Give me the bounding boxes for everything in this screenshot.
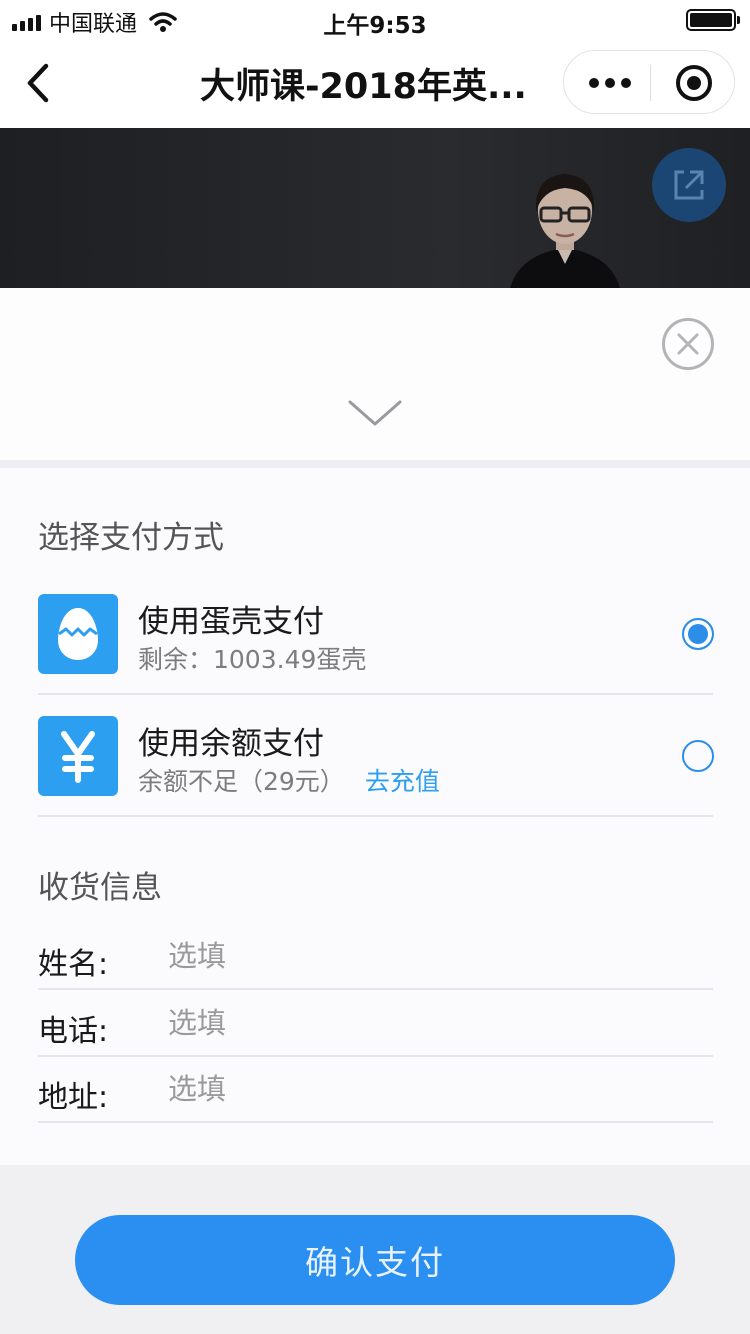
back-button[interactable] [18,58,58,108]
yen-icon [38,716,118,796]
footer: 确认支付 [0,1165,750,1334]
share-button[interactable] [652,148,726,222]
mini-program-capsule [563,50,735,114]
payment-section-title: 选择支付方式 [38,520,224,556]
status-time: 上午9:53 [323,13,427,39]
more-button[interactable] [584,67,636,99]
radio-eggshell[interactable] [682,618,714,650]
capsule-divider [650,65,651,101]
pay-option-subtitle: 余额不足（29元） 去充值 [138,762,440,798]
pay-option-balance[interactable]: 使用余额支付 余额不足（29元） 去充值 [38,716,714,836]
name-label: 姓名: [38,947,109,982]
egg-icon [38,594,118,674]
presenter-image [510,174,620,288]
name-field[interactable] [168,934,713,978]
divider [38,815,713,817]
share-icon [674,170,704,200]
divider [38,1055,713,1057]
address-label: 地址: [38,1080,109,1115]
pay-option-title: 使用蛋壳支付 [138,604,324,640]
balance-insufficient-text: 余额不足（29元） [138,767,345,796]
video-banner[interactable] [0,128,750,288]
chevron-down-icon[interactable] [346,396,404,430]
close-button[interactable] [662,318,714,370]
phone-field[interactable] [168,1001,713,1045]
sheet-separator [0,460,750,468]
confirm-pay-button[interactable]: 确认支付 [75,1215,675,1305]
shipping-section-title: 收货信息 [38,870,162,906]
close-icon [677,333,699,355]
pay-option-subtitle: 剩余：1003.49蛋壳 [138,645,367,674]
page-title: 大师课-2018年英... [200,67,527,106]
sheet-header [0,288,750,460]
pay-option-eggshell[interactable]: 使用蛋壳支付 剩余：1003.49蛋壳 [38,594,714,714]
divider [38,1121,713,1123]
recharge-link[interactable]: 去充值 [365,767,440,796]
status-bar: 中国联通 上午9:53 [0,0,750,40]
divider [38,693,713,695]
close-mini-program-button[interactable] [676,65,712,101]
nav-bar: 大师课-2018年英... [0,40,750,128]
divider [38,988,713,990]
payment-sheet: 选择支付方式 使用蛋壳支付 剩余：1003.49蛋壳 使用余额支付 余额不足（2… [0,468,750,1165]
pay-option-title: 使用余额支付 [138,726,324,762]
radio-balance[interactable] [682,740,714,772]
address-field[interactable] [168,1067,713,1111]
battery-icon [686,9,740,31]
phone-label: 电话: [38,1014,109,1049]
